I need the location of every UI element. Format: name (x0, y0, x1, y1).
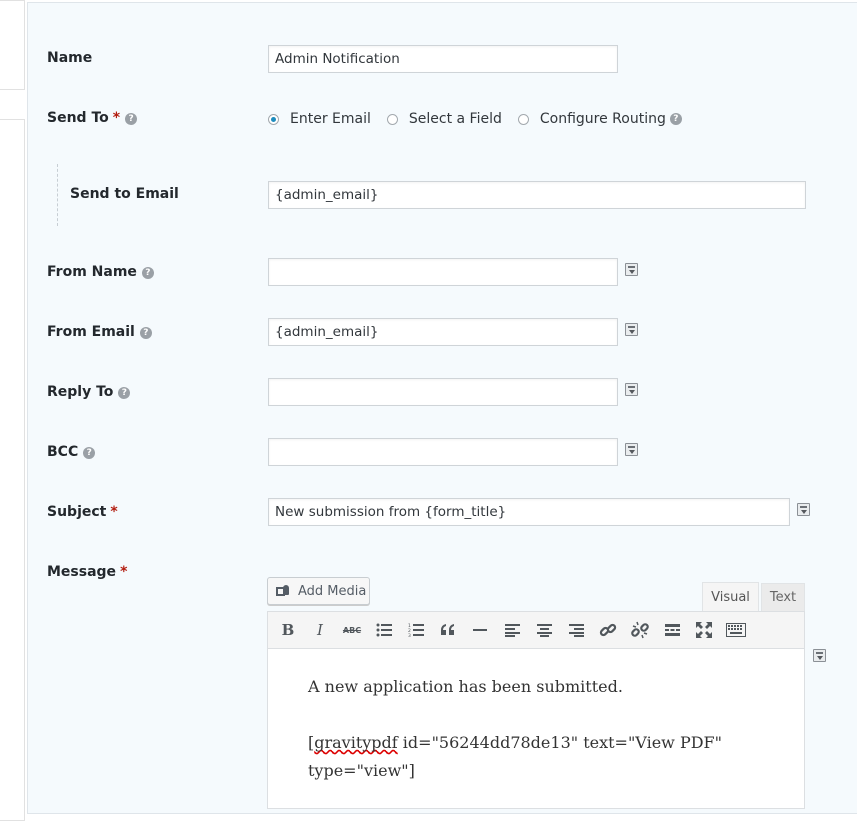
italic-icon[interactable]: I (308, 618, 332, 642)
align-right-icon[interactable] (564, 618, 588, 642)
bcc-input[interactable] (268, 438, 618, 466)
help-icon[interactable]: ? (125, 113, 138, 125)
read-more-icon[interactable] (660, 618, 684, 642)
merge-tag-icon[interactable] (625, 383, 638, 396)
numbered-list-icon[interactable]: 123 (404, 618, 428, 642)
help-icon[interactable]: ? (669, 113, 682, 125)
radio-configure-routing-label[interactable]: Configure Routing (540, 111, 666, 127)
from-name-input[interactable] (268, 258, 618, 286)
help-icon[interactable]: ? (118, 387, 131, 399)
radio-select-field-label[interactable]: Select a Field (409, 111, 502, 127)
radio-enter-email-label[interactable]: Enter Email (290, 111, 371, 127)
from-email-input[interactable] (268, 318, 618, 346)
send-to-email-label: Send to Email (70, 186, 179, 202)
unlink-icon[interactable] (628, 618, 652, 642)
name-input[interactable] (268, 45, 618, 73)
from-name-label: From Name? (47, 264, 154, 280)
side-panel-top (0, 0, 25, 90)
svg-text:3: 3 (408, 633, 411, 637)
name-label: Name (47, 50, 93, 66)
side-panel-bottom (0, 119, 25, 821)
misspelled-word: gravitypdf (314, 733, 398, 752)
link-icon[interactable] (596, 618, 620, 642)
required-mark: * (120, 564, 128, 580)
merge-tag-icon[interactable] (625, 443, 638, 456)
reply-to-input[interactable] (268, 378, 618, 406)
required-mark: * (110, 504, 118, 520)
subject-input[interactable] (268, 498, 790, 526)
subject-label: Subject * (47, 504, 118, 520)
message-label: Message * (47, 564, 128, 580)
help-icon[interactable]: ? (139, 327, 152, 339)
fullscreen-icon[interactable] (692, 618, 716, 642)
message-editor[interactable]: A new application has been submitted. [g… (267, 649, 805, 809)
send-to-label: Send To *? (47, 110, 138, 126)
tab-visual[interactable]: Visual (702, 582, 759, 612)
add-media-icon (276, 584, 292, 598)
merge-tag-icon[interactable] (625, 323, 638, 336)
strikethrough-icon[interactable]: ABC (340, 618, 364, 642)
radio-enter-email[interactable] (268, 113, 279, 125)
help-icon[interactable]: ? (83, 447, 96, 459)
indent-guide (57, 164, 58, 226)
editor-toolbar: B I ABC 123 (267, 611, 805, 649)
horizontal-rule-icon[interactable] (468, 618, 492, 642)
from-email-label: From Email? (47, 324, 152, 340)
reply-to-label: Reply To? (47, 384, 131, 400)
align-center-icon[interactable] (532, 618, 556, 642)
toolbar-toggle-icon[interactable] (724, 618, 748, 642)
send-to-email-input[interactable] (268, 181, 806, 209)
bullet-list-icon[interactable] (372, 618, 396, 642)
message-paragraph: A new application has been submitted. (308, 677, 623, 696)
add-media-button[interactable]: Add Media (267, 577, 370, 605)
merge-tag-icon[interactable] (797, 503, 810, 516)
required-mark: * (112, 110, 121, 126)
tab-text[interactable]: Text (761, 583, 805, 611)
radio-configure-routing[interactable] (517, 113, 529, 125)
merge-tag-icon[interactable] (813, 649, 826, 662)
bcc-label: BCC? (47, 444, 96, 460)
message-shortcode: [gravitypdf id="56244dd78de13" text="Vie… (308, 733, 722, 780)
help-icon[interactable]: ? (141, 267, 154, 279)
bold-icon[interactable]: B (276, 618, 300, 642)
radio-select-field[interactable] (386, 113, 398, 125)
blockquote-icon[interactable] (436, 618, 460, 642)
align-left-icon[interactable] (500, 618, 524, 642)
merge-tag-icon[interactable] (625, 263, 638, 276)
send-to-radio-group: Enter Email Select a Field Configure Rou… (268, 109, 682, 129)
